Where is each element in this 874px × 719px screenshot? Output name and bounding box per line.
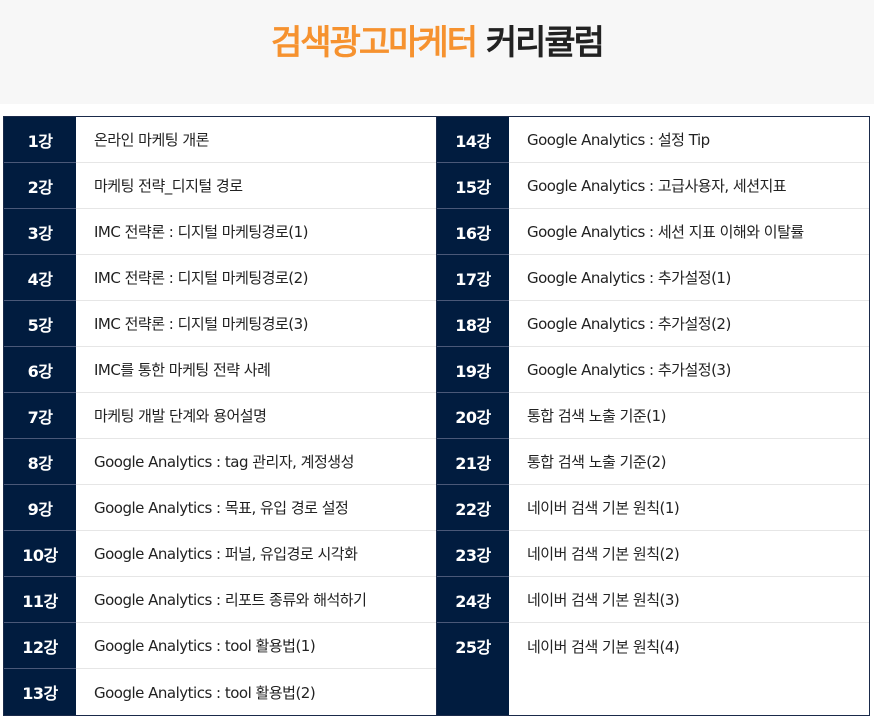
lesson-row: 9강 Google Analytics : 목표, 유입 경로 설정 bbox=[4, 485, 436, 531]
lesson-title: 온라인 마케팅 개론 bbox=[76, 117, 436, 163]
lesson-title: Google Analytics : 목표, 유입 경로 설정 bbox=[76, 485, 436, 531]
empty-title-cell bbox=[509, 669, 869, 715]
lesson-title: Google Analytics : 퍼널, 유입경로 시각화 bbox=[76, 531, 436, 577]
lesson-number: 7강 bbox=[4, 393, 76, 439]
lesson-title: IMC 전략론 : 디지털 마케팅경로(2) bbox=[76, 255, 436, 301]
curriculum-table: 1강 온라인 마케팅 개론 2강 마케팅 전략_디지털 경로 3강 IMC 전략론 : 디… bbox=[3, 116, 870, 716]
lesson-row: 5강 IMC 전략론 : 디지털 마케팅경로(3) bbox=[4, 301, 436, 347]
lesson-title: 네이버 검색 기본 원칙(4) bbox=[509, 623, 869, 669]
lesson-row: 6강 IMC를 통한 마케팅 전략 사례 bbox=[4, 347, 436, 393]
lesson-number: 18강 bbox=[437, 301, 509, 347]
lesson-row: 17강 Google Analytics : 추가설정(1) bbox=[437, 255, 869, 301]
lesson-row: 4강 IMC 전략론 : 디지털 마케팅경로(2) bbox=[4, 255, 436, 301]
lesson-row: 11강 Google Analytics : 리포트 종류와 해석하기 bbox=[4, 577, 436, 623]
lesson-title: 네이버 검색 기본 원칙(1) bbox=[509, 485, 869, 531]
lesson-row: 2강 마케팅 전략_디지털 경로 bbox=[4, 163, 436, 209]
lesson-row: 25강 네이버 검색 기본 원칙(4) bbox=[437, 623, 869, 669]
lesson-number: 8강 bbox=[4, 439, 76, 485]
curriculum-column-right: 14강 Google Analytics : 설정 Tip 15강 Google An… bbox=[437, 117, 869, 715]
lesson-row: 18강 Google Analytics : 추가설정(2) bbox=[437, 301, 869, 347]
lesson-title: 네이버 검색 기본 원칙(2) bbox=[509, 531, 869, 577]
lesson-title: Google Analytics : 추가설정(3) bbox=[509, 347, 869, 393]
page-title: 검색광고마케터 커리큘럼 bbox=[0, 20, 874, 66]
lesson-number: 9강 bbox=[4, 485, 76, 531]
lesson-number: 21강 bbox=[437, 439, 509, 485]
lesson-number: 3강 bbox=[4, 209, 76, 255]
lesson-title: IMC 전략론 : 디지털 마케팅경로(3) bbox=[76, 301, 436, 347]
lesson-number: 14강 bbox=[437, 117, 509, 163]
lesson-title: Google Analytics : tool 활용법(1) bbox=[76, 623, 436, 669]
empty-number-cell bbox=[437, 669, 509, 715]
lesson-number: 12강 bbox=[4, 623, 76, 669]
lesson-number: 11강 bbox=[4, 577, 76, 623]
lesson-number: 25강 bbox=[437, 623, 509, 669]
lesson-number: 19강 bbox=[437, 347, 509, 393]
lesson-number: 15강 bbox=[437, 163, 509, 209]
lesson-title: Google Analytics : tool 활용법(2) bbox=[76, 669, 436, 715]
lesson-row: 16강 Google Analytics : 세션 지표 이해와 이탈률 bbox=[437, 209, 869, 255]
lesson-row: 3강 IMC 전략론 : 디지털 마케팅경로(1) bbox=[4, 209, 436, 255]
lesson-number: 6강 bbox=[4, 347, 76, 393]
lesson-row: 21강 통합 검색 노출 기준(2) bbox=[437, 439, 869, 485]
lesson-title: 마케팅 전략_디지털 경로 bbox=[76, 163, 436, 209]
lesson-row: 14강 Google Analytics : 설정 Tip bbox=[437, 117, 869, 163]
lesson-row: 24강 네이버 검색 기본 원칙(3) bbox=[437, 577, 869, 623]
lesson-row: 10강 Google Analytics : 퍼널, 유입경로 시각화 bbox=[4, 531, 436, 577]
lesson-row: 7강 마케팅 개발 단계와 용어설명 bbox=[4, 393, 436, 439]
lesson-number: 17강 bbox=[437, 255, 509, 301]
lesson-title: IMC를 통한 마케팅 전략 사례 bbox=[76, 347, 436, 393]
lesson-title: IMC 전략론 : 디지털 마케팅경로(1) bbox=[76, 209, 436, 255]
lesson-title: Google Analytics : 추가설정(2) bbox=[509, 301, 869, 347]
lesson-number: 10강 bbox=[4, 531, 76, 577]
lesson-number: 5강 bbox=[4, 301, 76, 347]
lesson-number: 22강 bbox=[437, 485, 509, 531]
lesson-title: 통합 검색 노출 기준(1) bbox=[509, 393, 869, 439]
lesson-title: 통합 검색 노출 기준(2) bbox=[509, 439, 869, 485]
page-title-accent: 검색광고마케터 bbox=[271, 23, 478, 63]
lesson-title: 마케팅 개발 단계와 용어설명 bbox=[76, 393, 436, 439]
page-title-rest: 커리큘럼 bbox=[485, 23, 605, 63]
lesson-title: Google Analytics : 설정 Tip bbox=[509, 117, 869, 163]
lesson-row: 1강 온라인 마케팅 개론 bbox=[4, 117, 436, 163]
curriculum-column-left: 1강 온라인 마케팅 개론 2강 마케팅 전략_디지털 경로 3강 IMC 전략론 : 디… bbox=[4, 117, 436, 715]
lesson-row: 20강 통합 검색 노출 기준(1) bbox=[437, 393, 869, 439]
lesson-row: 15강 Google Analytics : 고급사용자, 세션지표 bbox=[437, 163, 869, 209]
lesson-title: Google Analytics : 고급사용자, 세션지표 bbox=[509, 163, 869, 209]
lesson-row: 13강 Google Analytics : tool 활용법(2) bbox=[4, 669, 436, 715]
lesson-row: 22강 네이버 검색 기본 원칙(1) bbox=[437, 485, 869, 531]
lesson-number: 23강 bbox=[437, 531, 509, 577]
lesson-title: Google Analytics : tag 관리자, 계정생성 bbox=[76, 439, 436, 485]
lesson-title: 네이버 검색 기본 원칙(3) bbox=[509, 577, 869, 623]
lesson-number: 1강 bbox=[4, 117, 76, 163]
lesson-row: 12강 Google Analytics : tool 활용법(1) bbox=[4, 623, 436, 669]
lesson-number: 2강 bbox=[4, 163, 76, 209]
lesson-row: 19강 Google Analytics : 추가설정(3) bbox=[437, 347, 869, 393]
lesson-row: 23강 네이버 검색 기본 원칙(2) bbox=[437, 531, 869, 577]
lesson-title: Google Analytics : 세션 지표 이해와 이탈률 bbox=[509, 209, 869, 255]
lesson-number: 13강 bbox=[4, 669, 76, 715]
lesson-title: Google Analytics : 추가설정(1) bbox=[509, 255, 869, 301]
lesson-row: 8강 Google Analytics : tag 관리자, 계정생성 bbox=[4, 439, 436, 485]
lesson-number: 20강 bbox=[437, 393, 509, 439]
lesson-number: 16강 bbox=[437, 209, 509, 255]
lesson-title: Google Analytics : 리포트 종류와 해석하기 bbox=[76, 577, 436, 623]
lesson-number: 24강 bbox=[437, 577, 509, 623]
page-header: 검색광고마케터 커리큘럼 bbox=[0, 0, 874, 104]
lesson-number: 4강 bbox=[4, 255, 76, 301]
